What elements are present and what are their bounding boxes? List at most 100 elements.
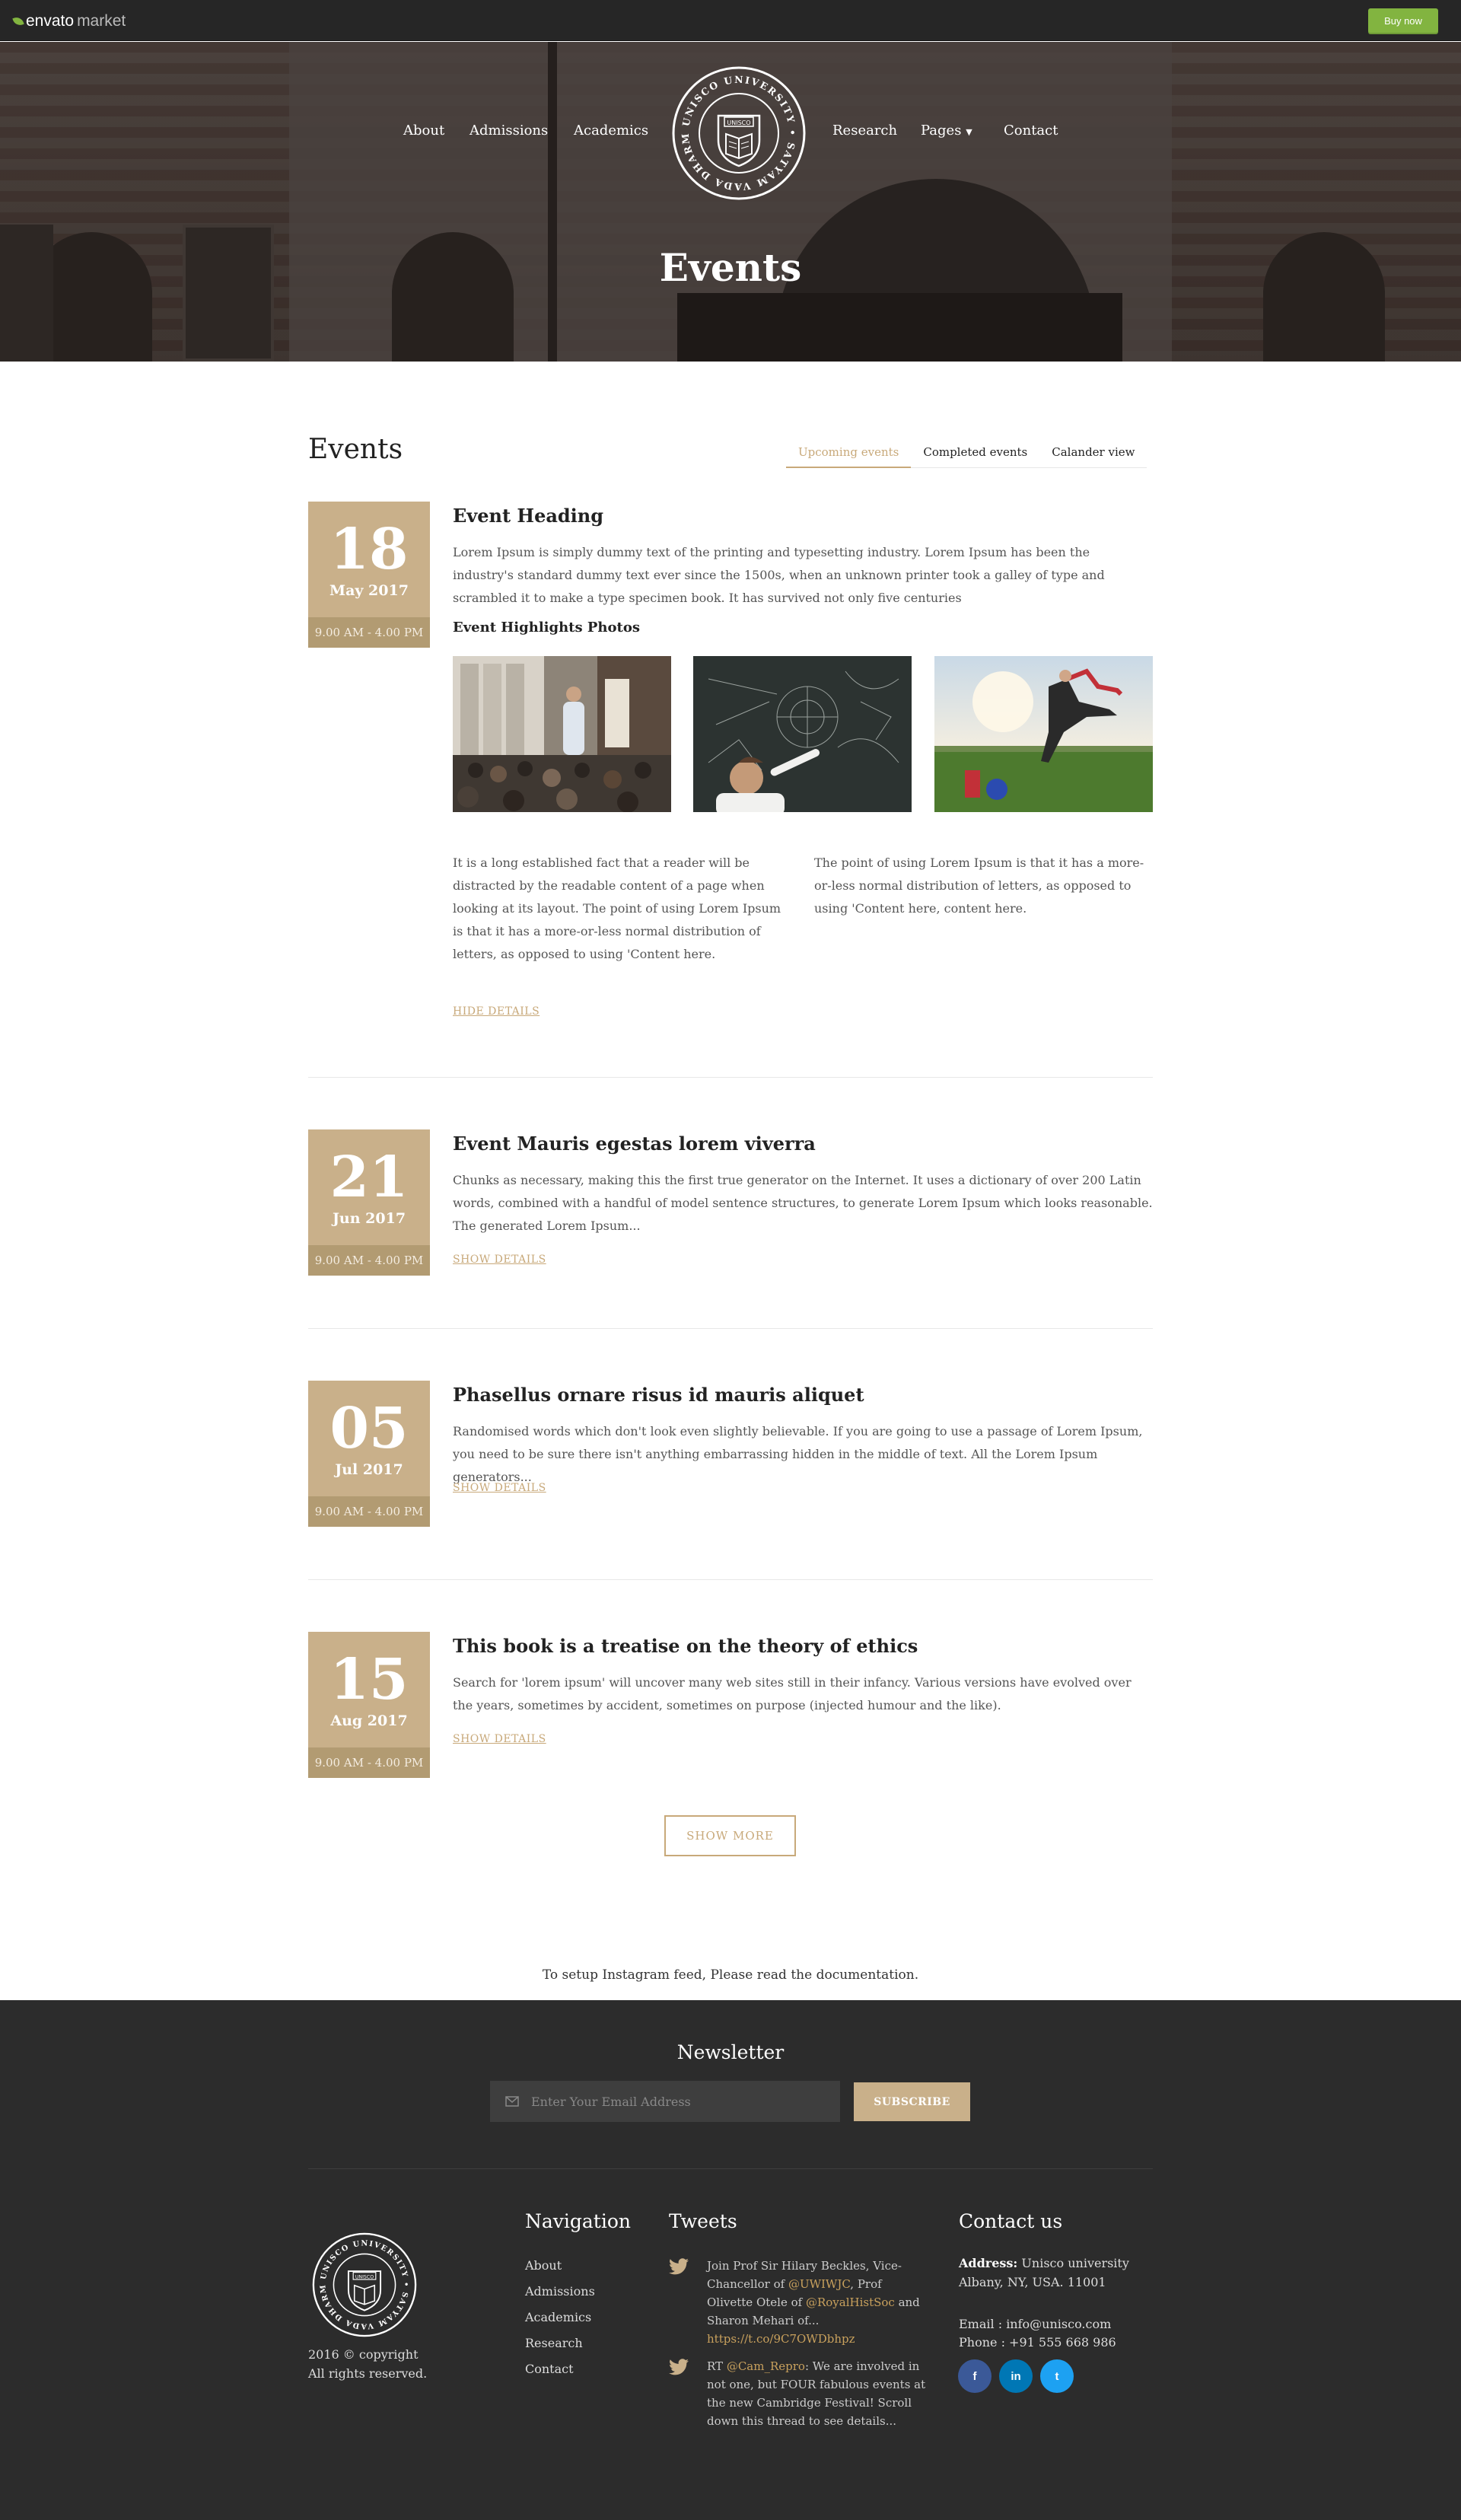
event-item: 15 Aug 2017 9.00 AM - 4.00 PM This book … (308, 1632, 1153, 1780)
event-description: Randomised words which don't look even s… (453, 1424, 1143, 1484)
event-title[interactable]: Phasellus ornare risus id mauris aliquet (453, 1384, 864, 1406)
twitter-icon[interactable]: t (1040, 2359, 1074, 2393)
envato-logo[interactable]: envato market (12, 12, 126, 30)
tweet-mention-cam-repro[interactable]: @Cam_Repro (727, 2359, 805, 2373)
leaf-icon (12, 15, 24, 27)
show-details-link[interactable]: SHOW DETAILS (453, 1482, 546, 1494)
footer-contact-title: Contact us (959, 2210, 1063, 2232)
event-title[interactable]: Event Heading (453, 505, 603, 527)
event-detail-text-left: It is a long established fact that a rea… (453, 855, 781, 961)
linkedin-icon[interactable]: in (999, 2359, 1033, 2393)
event-photo-lecture[interactable] (453, 656, 671, 812)
twitter-bird-icon (669, 2359, 689, 2375)
svg-text:UNISCO: UNISCO (727, 119, 750, 126)
tweet-2: RT @Cam_Repro: We are involved in not on… (707, 2357, 928, 2430)
event-item: 18 May 2017 9.00 AM - 4.00 PM Event Head… (308, 502, 1153, 1027)
envato-logo-main: envato (26, 12, 75, 30)
events-section-title: Events (308, 434, 403, 465)
event-day: 05 (329, 1396, 409, 1461)
nav-about[interactable]: About (403, 123, 444, 139)
footer-nav-research[interactable]: Research (525, 2336, 583, 2350)
tweet-mention-uwiwjc[interactable]: @UWIWJC (788, 2277, 850, 2291)
event-date-box: 18 May 2017 9.00 AM - 4.00 PM (308, 502, 430, 648)
footer-nav-admissions[interactable]: Admissions (525, 2284, 595, 2299)
nav-academics[interactable]: Academics (574, 123, 648, 139)
copyright-year: 2016 © copyright (308, 2347, 419, 2362)
nav-pages[interactable]: Pages ▼ (921, 123, 972, 139)
show-more-button[interactable]: SHOW MORE (664, 1815, 796, 1856)
page-title: Events (659, 245, 802, 290)
contact-phone: Phone : +91 555 668 986 (959, 2335, 1116, 2350)
event-item: 21 Jun 2017 9.00 AM - 4.00 PM Event Maur… (308, 1129, 1153, 1278)
event-time: 9.00 AM - 4.00 PM (308, 617, 430, 648)
footer-nav-academics[interactable]: Academics (525, 2310, 591, 2324)
event-divider (308, 1579, 1153, 1580)
nav-contact[interactable]: Contact (1004, 123, 1058, 139)
twitter-bird-icon (669, 2258, 689, 2275)
event-detail-text-right: The point of using Lorem Ipsum is that i… (814, 855, 1144, 916)
event-title[interactable]: This book is a treatise on the theory of… (453, 1635, 918, 1657)
newsletter-email-input[interactable]: Enter Your Email Address (490, 2081, 840, 2122)
newsletter-email-placeholder: Enter Your Email Address (531, 2094, 691, 2109)
buy-now-button[interactable]: Buy now (1368, 8, 1438, 33)
event-time: 9.00 AM - 4.00 PM (308, 1245, 430, 1276)
event-tabs: Upcoming events Completed events Calande… (786, 436, 1147, 468)
envelope-icon (505, 2096, 519, 2107)
event-time: 9.00 AM - 4.00 PM (308, 1747, 430, 1778)
event-divider (308, 1077, 1153, 1078)
contact-address: Address: Unisco university Albany, NY, U… (959, 2254, 1149, 2292)
event-time: 9.00 AM - 4.00 PM (308, 1496, 430, 1527)
subscribe-button[interactable]: SUBSCRIBE (854, 2082, 970, 2121)
event-month: May 2017 (329, 582, 409, 599)
tab-calendar-view[interactable]: Calander view (1039, 436, 1147, 468)
caret-down-icon: ▼ (966, 127, 972, 137)
event-date-box: 15 Aug 2017 9.00 AM - 4.00 PM (308, 1632, 430, 1778)
event-item: 05 Jul 2017 9.00 AM - 4.00 PM Phasellus … (308, 1381, 1153, 1529)
contact-email[interactable]: Email : info@unisco.com (959, 2315, 1111, 2334)
show-details-link[interactable]: SHOW DETAILS (453, 1254, 546, 1266)
event-description: Lorem Ipsum is simply dummy text of the … (453, 545, 1105, 605)
footer-nav-about[interactable]: About (525, 2258, 562, 2273)
envato-topbar: envato market Buy now (0, 0, 1461, 41)
footer: Newsletter Enter Your Email Address SUBS… (0, 2000, 1461, 2520)
footer-nav-contact[interactable]: Contact (525, 2362, 574, 2376)
nav-admissions[interactable]: Admissions (469, 123, 548, 139)
tab-upcoming-events[interactable]: Upcoming events (786, 436, 912, 468)
event-date-box: 21 Jun 2017 9.00 AM - 4.00 PM (308, 1129, 430, 1276)
tab-completed-events[interactable]: Completed events (911, 436, 1040, 468)
nav-pages-label: Pages (921, 123, 962, 139)
hide-details-link[interactable]: HIDE DETAILS (453, 1005, 540, 1018)
tweet-mention-royalhistsoc[interactable]: @RoyalHistSoc (806, 2295, 895, 2309)
copyright: 2016 © copyright All rights reserved. (308, 2345, 427, 2383)
event-description: Chunks as necessary, making this the fir… (453, 1173, 1153, 1233)
footer-tweets-title: Tweets (669, 2210, 737, 2232)
event-divider (308, 1328, 1153, 1329)
event-title[interactable]: Event Mauris egestas lorem viverra (453, 1133, 816, 1155)
tweet-1: Join Prof Sir Hilary Beckles, Vice-Chanc… (707, 2257, 928, 2348)
nav-research[interactable]: Research (832, 123, 897, 139)
event-description: Search for 'lorem ipsum' will uncover ma… (453, 1675, 1132, 1712)
address-label: Address: (959, 2256, 1018, 2270)
university-seal-logo[interactable]: UNISCO UNIVERSITY • SATYAM VADA DHARMAM … (664, 55, 808, 202)
svg-text:UNISCO UNIVERSITY • SATYAM VAD: UNISCO UNIVERSITY • SATYAM VADA DHARMAM … (670, 64, 798, 193)
event-day: 18 (329, 517, 409, 582)
footer-divider (308, 2168, 1153, 2169)
show-details-link[interactable]: SHOW DETAILS (453, 1733, 546, 1745)
event-day: 21 (329, 1145, 409, 1210)
facebook-icon[interactable]: f (958, 2359, 992, 2393)
tweet-2-text-a: RT (707, 2359, 727, 2373)
footer-seal-logo[interactable]: UNISCO UNIVERSITY • SATYAM VADA DHARMAM … (306, 2225, 419, 2339)
envato-logo-sub: market (77, 12, 126, 30)
instagram-setup-note: To setup Instagram feed, Please read the… (542, 1967, 919, 1983)
event-date-box: 05 Jul 2017 9.00 AM - 4.00 PM (308, 1381, 430, 1527)
event-highlights-title: Event Highlights Photos (453, 620, 640, 636)
event-photo-football[interactable] (934, 656, 1153, 812)
svg-text:UNISCO: UNISCO (355, 2274, 374, 2279)
event-month: Aug 2017 (330, 1712, 408, 1729)
tweet-link[interactable]: https://t.co/9C7OWDbhpz (707, 2332, 855, 2346)
footer-navigation-title: Navigation (525, 2210, 632, 2232)
event-photo-blackboard[interactable] (693, 656, 912, 812)
copyright-rights: All rights reserved. (308, 2366, 428, 2381)
event-month: Jun 2017 (332, 1210, 406, 1227)
newsletter-title: Newsletter (676, 2041, 785, 2063)
